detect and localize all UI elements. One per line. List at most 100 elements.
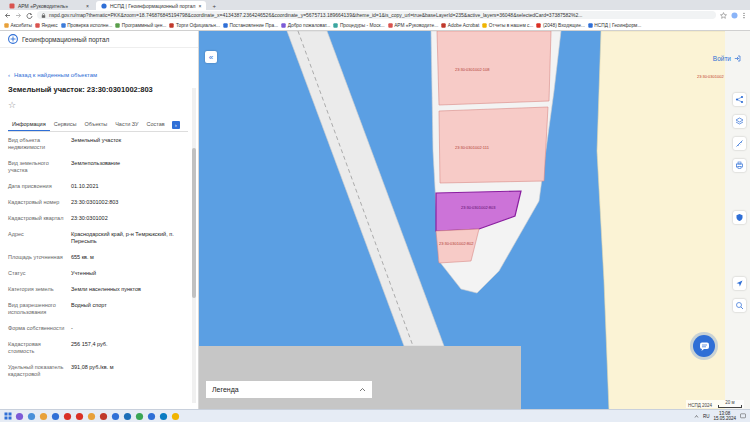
legend-dropdown[interactable]: Легенда bbox=[206, 381, 372, 398]
parcel-shape[interactable] bbox=[436, 191, 521, 231]
parcel[interactable]: 23:30:0301002:111 bbox=[439, 107, 548, 183]
bookmark[interactable]: Яндекс bbox=[35, 23, 58, 28]
parcel[interactable]: 23:30:0301002:803 bbox=[436, 191, 521, 231]
scrollbar[interactable] bbox=[192, 88, 196, 403]
tray-chevron-icon[interactable] bbox=[694, 414, 699, 419]
back-arrow-icon[interactable] bbox=[4, 12, 11, 19]
profile-icon[interactable] bbox=[731, 12, 738, 19]
login-button[interactable]: Войти bbox=[710, 53, 744, 64]
field-row: Кадастровая стоимость256 157,4 руб. bbox=[8, 336, 188, 359]
back-label: Назад к найденным объектам bbox=[14, 72, 97, 78]
taskbar-app-icon[interactable] bbox=[159, 412, 168, 421]
map-tool-button[interactable] bbox=[733, 277, 746, 290]
field-value: 655 кв. м bbox=[71, 254, 188, 261]
login-label: Войти bbox=[713, 55, 731, 62]
bookmark[interactable]: АРМ «Руководите... bbox=[388, 23, 439, 28]
scale-ruler: 20 м bbox=[718, 400, 742, 408]
new-tab-button[interactable]: + bbox=[208, 1, 220, 10]
bookmark-label: Яндекс bbox=[42, 23, 58, 28]
field-value: Земельный участок bbox=[71, 137, 188, 151]
bookmark[interactable]: Аксибиты bbox=[4, 23, 32, 28]
bookmark[interactable]: Торги Официальн... bbox=[169, 23, 220, 28]
tab-close-button[interactable]: × bbox=[86, 3, 89, 9]
clock-time: 13:08 bbox=[719, 411, 730, 416]
bookmark[interactable]: НСПД | Геоинформ... bbox=[588, 23, 642, 28]
map-tool-button[interactable] bbox=[733, 115, 746, 128]
field-row: Дата присвоения01.10.2021 bbox=[8, 178, 188, 194]
field-value: Краснодарский край, р-н Темрюкский, п. П… bbox=[71, 231, 188, 245]
map-tool-button[interactable] bbox=[733, 159, 746, 172]
taskbar-app-icon[interactable] bbox=[51, 412, 60, 421]
bookmark[interactable]: Adobe Acrobat bbox=[441, 23, 479, 28]
taskbar-app-icon[interactable] bbox=[27, 412, 36, 421]
bookmark[interactable]: Добро пожаловат... bbox=[281, 23, 330, 28]
map-tool-button[interactable] bbox=[733, 137, 746, 150]
collapse-panel-button[interactable]: « bbox=[205, 51, 217, 63]
panel-tab[interactable]: Части ЗУ bbox=[111, 118, 142, 131]
map-tool-button[interactable] bbox=[733, 211, 746, 224]
bookmark-favicon-icon bbox=[4, 23, 9, 28]
field-label: Статус bbox=[8, 270, 66, 277]
taskbar-app-icon[interactable] bbox=[63, 412, 72, 421]
parcel-shape[interactable] bbox=[439, 107, 548, 183]
parcel-shape[interactable] bbox=[436, 229, 479, 263]
map-canvas[interactable]: 23:30:0301002:10823:30:0301002:111 23:30:… bbox=[199, 31, 750, 409]
panel-tab[interactable]: Информация bbox=[8, 118, 50, 131]
notification-icon[interactable] bbox=[740, 413, 746, 419]
field-value: 256 157,4 руб. bbox=[71, 341, 188, 355]
url-text: nspd.gov.ru/map?thematic=PKK&zoom=18.746… bbox=[49, 12, 583, 18]
map: 23:30:0301002:10823:30:0301002:111 23:30:… bbox=[199, 31, 750, 409]
tab-close-button[interactable]: × bbox=[199, 3, 202, 9]
bookmark[interactable]: (2048) Входящие... bbox=[536, 23, 584, 28]
favorite-button[interactable]: ☆ bbox=[8, 100, 188, 110]
parcel[interactable]: 23:30:0301002:802 bbox=[436, 229, 479, 263]
map-tool-button[interactable] bbox=[733, 299, 746, 312]
map-tool-button[interactable] bbox=[733, 93, 746, 106]
forward-arrow-icon[interactable] bbox=[15, 12, 22, 19]
taskbar-app-icon[interactable] bbox=[135, 412, 144, 421]
field-value: Земли населенных пунктов bbox=[71, 286, 188, 293]
bookmarks-bar: Аксибиты ЯндексПроверка исполне...Програм… bbox=[0, 20, 750, 31]
panel-body: ‹Назад к найденным объектам Земельный уча… bbox=[0, 48, 198, 409]
taskbar-app-icon[interactable] bbox=[39, 412, 48, 421]
scrollbar-thumb[interactable] bbox=[192, 148, 196, 298]
portal-logo-icon bbox=[8, 34, 18, 44]
tab-label: АРМ «Руководитель» bbox=[18, 3, 83, 9]
panel-tab[interactable]: Сервисы bbox=[50, 118, 81, 131]
taskbar-app-icon[interactable] bbox=[171, 412, 180, 421]
taskbar-app-icon[interactable] bbox=[147, 412, 156, 421]
bookmark-star-icon[interactable] bbox=[720, 12, 727, 19]
start-icon[interactable] bbox=[4, 412, 12, 420]
clock-date: 15.05.2024 bbox=[713, 416, 736, 421]
bookmark[interactable]: Программный цен... bbox=[115, 23, 166, 28]
back-link[interactable]: ‹Назад к найденным объектам bbox=[8, 72, 188, 78]
bookmark[interactable]: Отчеты в нашем с... bbox=[482, 23, 533, 28]
taskbar-app-icon[interactable] bbox=[99, 412, 108, 421]
taskbar-app-icon[interactable] bbox=[111, 412, 120, 421]
locate-icon bbox=[735, 279, 744, 288]
taskbar-app-icon[interactable] bbox=[75, 412, 84, 421]
bookmark[interactable]: Постановление Пра... bbox=[223, 23, 278, 28]
bookmark-label: АРМ «Руководите... bbox=[394, 23, 438, 28]
reload-icon[interactable] bbox=[26, 12, 33, 19]
browser-tab[interactable]: АРМ «Руководитель»× bbox=[4, 1, 94, 10]
panel-tab[interactable]: Состав bbox=[143, 118, 169, 131]
legend-label: Легенда bbox=[212, 386, 239, 393]
taskbar-app-icon[interactable] bbox=[123, 412, 132, 421]
taskbar-app-icon[interactable] bbox=[15, 412, 24, 421]
taskbar-app-icon[interactable] bbox=[87, 412, 96, 421]
menu-icon[interactable] bbox=[742, 12, 746, 19]
url-field[interactable]: nspd.gov.ru/map?thematic=PKK&zoom=18.746… bbox=[37, 11, 716, 19]
measure-icon bbox=[735, 139, 744, 148]
bookmark[interactable]: Проверка исполне... bbox=[61, 23, 113, 28]
clock[interactable]: 13:0815.05.2024 bbox=[713, 411, 736, 421]
browser-tab[interactable]: НСПД | Геоинформационный портал× bbox=[96, 1, 206, 10]
language-indicator[interactable]: RU bbox=[703, 414, 710, 419]
bookmark[interactable]: Процедуры - Моск... bbox=[333, 23, 384, 28]
parcel[interactable]: 23:30:0301002:108 bbox=[437, 31, 551, 105]
bookmark-favicon-icon bbox=[482, 23, 487, 28]
parcel-shape[interactable] bbox=[437, 31, 551, 105]
panel-tab[interactable]: Объекты bbox=[80, 118, 111, 131]
chat-button[interactable] bbox=[693, 335, 715, 357]
more-tabs-button[interactable]: › bbox=[172, 121, 180, 129]
